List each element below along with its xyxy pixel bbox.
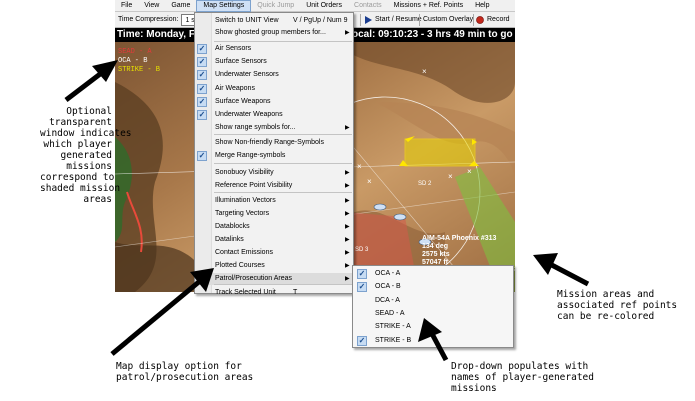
arrow-to-legend xyxy=(64,60,118,102)
arrow-to-mission-area xyxy=(533,253,590,287)
arrow-to-submenu xyxy=(418,318,449,362)
annotation-arrows xyxy=(64,60,590,362)
arrow-to-patrol-menu-item xyxy=(110,268,214,356)
